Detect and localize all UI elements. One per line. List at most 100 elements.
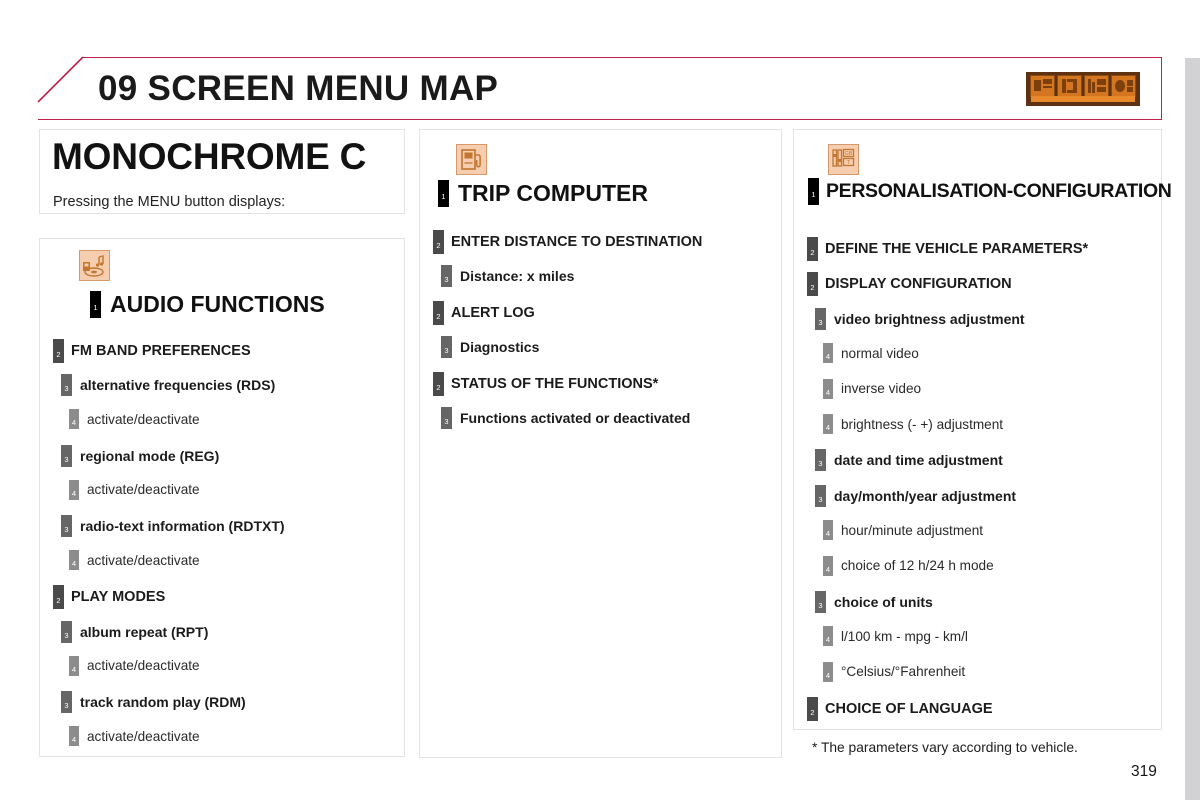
menu-item-level-4: 4 l/100 km - mpg - km/l [823,626,968,647]
level-4-badge: 4 [823,414,833,434]
menu-item-level-2: 2 PLAY MODES [53,585,165,610]
menu-item-level-3: 3 Functions activated or deactivated [441,407,690,429]
audio-heading-label: AUDIO FUNCTIONS [110,291,325,317]
menu-item-level-2: 2 CHOICE OF LANGUAGE [807,697,993,722]
menu-item-level-2: 2 DISPLAY CONFIGURATION [807,272,1012,297]
trip-heading-row: 1 TRIP COMPUTER [438,180,648,207]
menu-item-label: ENTER DISTANCE TO DESTINATION [451,234,703,250]
level-4-badge: 4 [823,343,833,364]
level-3-badge: 3 [815,449,826,472]
menu-item-label: activate/deactivate [87,411,200,427]
level-3-badge: 3 [815,484,826,507]
audio-heading-row: 1 AUDIO FUNCTIONS [90,291,325,318]
level-3-badge: 3 [61,691,72,713]
header-corner-cut [37,56,84,103]
level-4-badge: 4 [69,655,79,676]
level-3-badge: 3 [441,265,452,288]
personalisation-settings-icon: GB T [828,144,859,175]
level-1-badge: 1 [90,291,101,318]
level-2-badge: 2 [53,339,64,363]
menu-item-level-4: 4 activate/deactivate [69,550,200,571]
level-2-badge: 2 [807,272,818,297]
level-3-badge: 3 [815,591,826,613]
monochrome-subtitle: Pressing the MENU button displays: [53,194,286,210]
level-2-badge: 2 [433,371,444,396]
menu-item-level-4: 4 normal video [823,343,919,364]
level-3-badge: 3 [61,620,72,643]
menu-item-level-4: 4 activate/deactivate [69,409,200,430]
menu-item-level-3: 3 album repeat (RPT) [61,620,209,643]
footnote-text: * The parameters vary according to vehic… [812,740,1078,755]
menu-map-tabs-icon [1026,71,1140,106]
menu-item-level-4: 4 brightness (- +) adjustment [823,414,1003,434]
page-title: 09 SCREEN MENU MAP [98,68,499,108]
menu-item-level-3: 3 regional mode (REG) [61,444,219,467]
menu-item-label: brightness (- +) adjustment [841,416,1004,432]
audio-radio-icon [79,250,110,281]
level-3-badge: 3 [441,407,452,429]
menu-item-label: inverse video [841,381,922,397]
menu-item-level-4: 4 activate/deactivate [69,655,200,676]
audio-functions-panel: 1 AUDIO FUNCTIONS 2 FM BAND PREFERENCES 3 a… [39,238,405,757]
menu-item-label: °Celsius/°Fahrenheit [841,664,966,680]
level-3-badge: 3 [61,515,72,537]
menu-item-level-4: 4 choice of 12 h/24 h mode [823,555,994,576]
level-2-badge: 2 [53,585,64,610]
menu-item-level-3: 3 day/month/year adjustment [815,484,1016,507]
level-2-badge: 2 [807,697,818,722]
menu-item-label: FM BAND PREFERENCES [71,343,251,359]
menu-item-label: normal video [841,345,919,361]
personalisation-panel: GB T 1 PERSONALISATION-CONFIGURATION 2 DE… [793,129,1172,730]
menu-item-label: DISPLAY CONFIGURATION [825,276,1012,293]
level-4-badge: 4 [823,661,833,682]
menu-item-label: ALERT LOG [451,304,535,321]
level-4-badge: 4 [69,409,79,430]
level-1-badge: 1 [438,180,449,207]
tab-icon-2 [1057,74,1082,97]
tab-icon-bar [1031,95,1135,102]
level-2-badge: 2 [433,230,444,254]
menu-item-label: choice of units [834,594,933,610]
monochrome-title: MONOCHROME C [52,136,367,177]
menu-item-label: activate/deactivate [87,658,200,674]
level-4-badge: 4 [823,555,833,576]
level-2-badge: 2 [807,237,818,261]
level-3-badge: 3 [61,374,72,397]
menu-item-level-3: 3 Distance: x miles [441,265,574,288]
tab-icon-3 [1084,74,1109,97]
tab-icon-4 [1111,74,1136,97]
level-3-badge: 3 [815,307,826,330]
menu-item-level-4: 4 activate/deactivate [69,479,200,500]
menu-item-label: l/100 km - mpg - km/l [841,628,968,644]
trip-computer-panel: 1 TRIP COMPUTER 2 ENTER DISTANCE TO DESTI… [419,129,782,758]
menu-item-label: STATUS OF THE FUNCTIONS* [451,375,659,392]
level-3-badge: 3 [61,444,72,467]
menu-item-label: alternative frequencies (RDS) [80,377,276,394]
menu-item-level-3: 3 alternative frequencies (RDS) [61,374,276,397]
menu-item-level-3: 3 Diagnostics [441,336,539,359]
menu-item-label: date and time adjustment [834,452,1003,469]
level-4-badge: 4 [69,479,79,500]
page-number: 319 [1131,763,1157,780]
menu-item-level-3: 3 radio-text information (RDTXT) [61,515,285,537]
menu-item-level-2: 2 DEFINE THE VEHICLE PARAMETERS* [807,237,1088,261]
monochrome-panel: MONOCHROME C Pressing the MENU button di… [39,129,405,214]
personalisation-heading-row: 1 PERSONALISATION-CONFIGURATION [808,178,1172,205]
level-1-badge: 1 [808,178,819,205]
menu-item-label: activate/deactivate [87,552,200,568]
menu-item-level-2: 2 ENTER DISTANCE TO DESTINATION [433,230,702,254]
menu-item-level-4: 4 hour/minute adjustment [823,520,983,541]
menu-item-label: activate/deactivate [87,482,200,498]
personalisation-heading-label: PERSONALISATION-CONFIGURATION [826,180,1172,202]
menu-item-label: choice of 12 h/24 h mode [841,558,994,574]
menu-item-level-2: 2 FM BAND PREFERENCES [53,339,251,363]
menu-item-label: video brightness adjustment [834,310,1025,327]
page-header: 09 SCREEN MENU MAP [37,56,1162,120]
menu-item-label: album repeat (RPT) [80,623,209,640]
level-4-badge: 4 [823,378,833,399]
page-edge-strip [1185,58,1200,800]
menu-item-level-4: 4 activate/deactivate [69,726,200,747]
svg-text:GB: GB [845,151,853,157]
menu-item-level-3: 3 date and time adjustment [815,449,1003,472]
menu-item-level-2: 2 ALERT LOG [433,300,535,325]
